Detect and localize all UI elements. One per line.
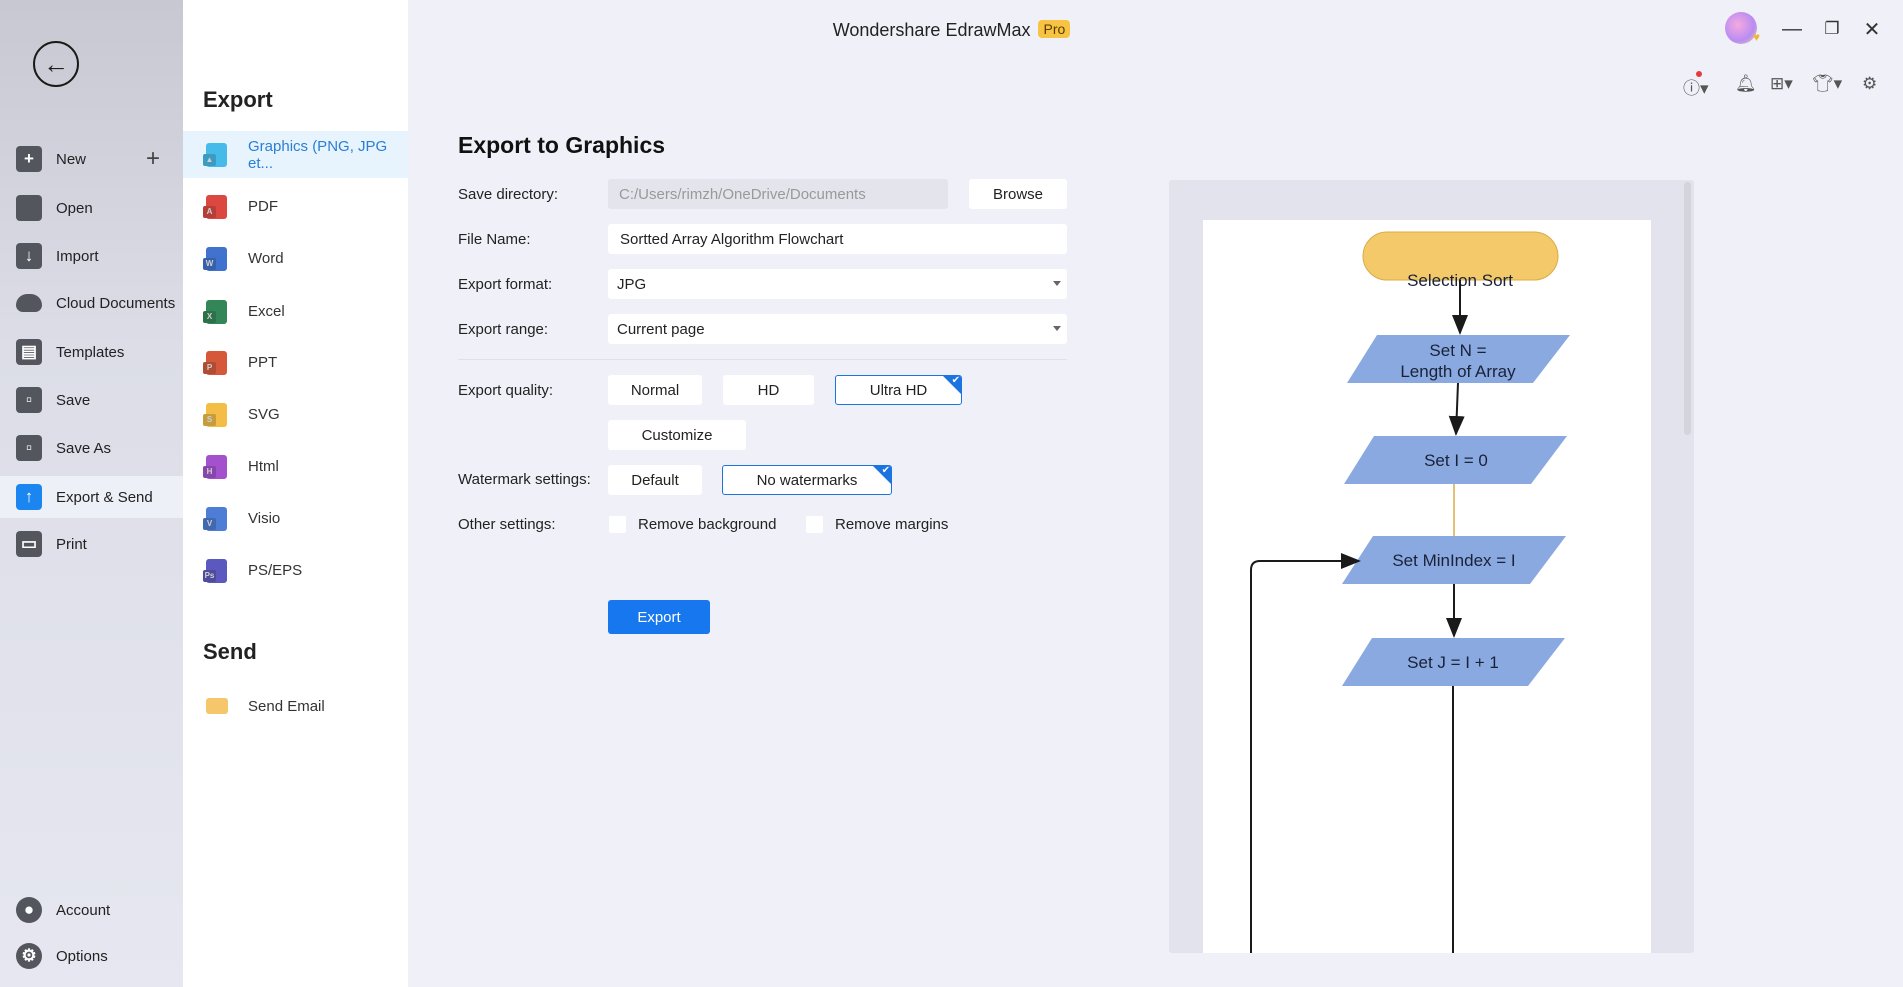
process-label: Set MinIndex = I: [1392, 551, 1515, 570]
check-icon: ✔: [951, 375, 960, 386]
process-label: Set N =: [1429, 341, 1486, 360]
process-label: Length of Array: [1400, 362, 1516, 381]
check-icon: ✔: [881, 465, 890, 476]
flowchart-preview: Selection Sort Set N = Length of Array S…: [1203, 220, 1651, 953]
process-label: Set J = I + 1: [1407, 653, 1499, 672]
preview-page: [1203, 220, 1651, 953]
process-label: Set I = 0: [1424, 451, 1488, 470]
